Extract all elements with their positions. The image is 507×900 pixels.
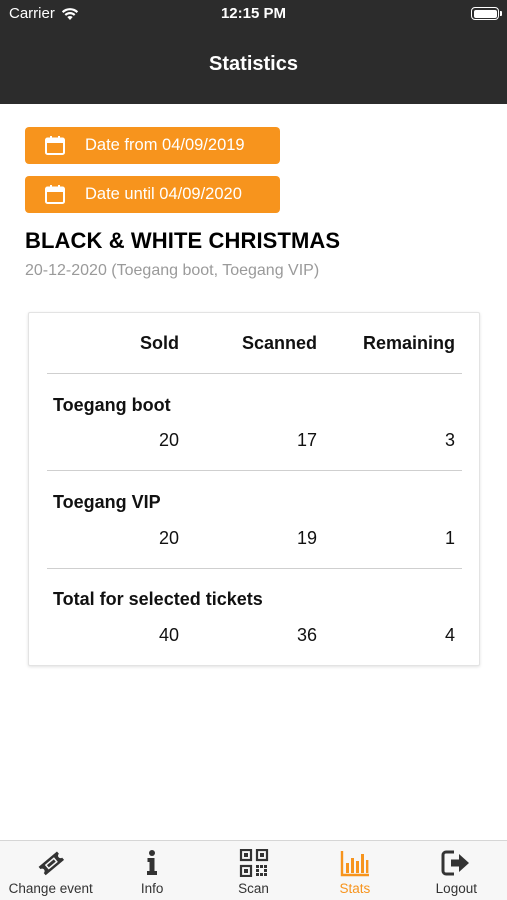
battery-icon (471, 7, 502, 20)
nav-header: Statistics (0, 28, 507, 104)
row-sold-value: 20 (158, 528, 179, 548)
total-scanned-value: 36 (296, 625, 317, 645)
row-scanned-value: 17 (296, 430, 317, 450)
column-header-sold: Sold (140, 333, 179, 353)
tab-logout[interactable]: Logout (406, 841, 507, 900)
calendar-icon (45, 136, 65, 155)
tab-label: Stats (339, 881, 371, 896)
tab-label: Change event (8, 881, 93, 896)
row-remaining-value: 1 (444, 528, 455, 548)
total-remaining-value: 4 (444, 625, 455, 645)
date-from-button[interactable]: Date from 04/09/2019 (25, 127, 280, 164)
event-name: BLACK & WHITE CHRISTMAS (25, 228, 341, 253)
row-name-toegang-boot: Toegang boot (53, 395, 171, 415)
row-scanned-value: 19 (296, 528, 317, 548)
ticket-icon (38, 851, 64, 876)
stats-card: Sold Scanned Remaining Toegang boot 20 1… (28, 312, 480, 666)
tab-label: Info (140, 881, 164, 896)
column-header-remaining: Remaining (362, 333, 455, 353)
row-name-total: Total for selected tickets (53, 589, 263, 609)
date-from-label: Date from 04/09/2019 (85, 136, 245, 154)
logout-icon (441, 850, 470, 876)
event-subtitle: 20-12-2020 (Toegang boot, Toegang VIP) (25, 262, 320, 279)
row-name-toegang-vip: Toegang VIP (53, 492, 161, 512)
calendar-icon (45, 185, 65, 204)
tab-bar: Change event Info Scan Stats Logout (0, 840, 507, 900)
tab-scan[interactable]: Scan (203, 841, 304, 900)
divider (47, 373, 462, 374)
page-title: Statistics (209, 53, 298, 75)
tab-label: Logout (435, 881, 477, 896)
tab-info[interactable]: Info (101, 841, 202, 900)
row-remaining-value: 3 (444, 430, 455, 450)
tab-stats[interactable]: Stats (304, 841, 405, 900)
row-sold-value: 20 (158, 430, 179, 450)
bar-chart-icon (340, 851, 369, 877)
qr-code-icon (239, 849, 268, 877)
divider (47, 470, 462, 471)
date-until-label: Date until 04/09/2020 (85, 185, 242, 203)
date-until-button[interactable]: Date until 04/09/2020 (25, 176, 280, 213)
tab-label: Scan (238, 881, 269, 896)
info-icon (147, 850, 158, 875)
tab-change-event[interactable]: Change event (0, 841, 101, 900)
column-header-scanned: Scanned (241, 333, 317, 353)
clock: 12:15 PM (220, 5, 287, 22)
status-bar: Carrier 12:15 PM (0, 0, 507, 28)
divider (47, 568, 462, 569)
total-sold-value: 40 (158, 625, 179, 645)
